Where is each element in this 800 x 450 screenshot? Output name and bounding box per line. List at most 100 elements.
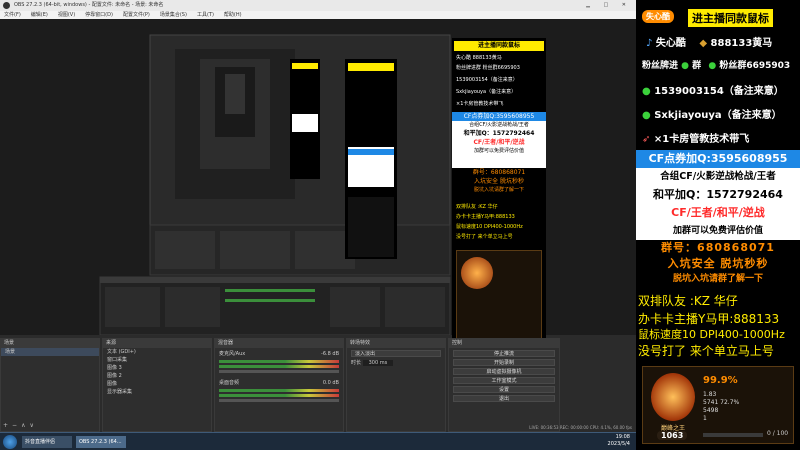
menu-profile[interactable]: 配置文件(P) (123, 11, 150, 19)
stat-value: 1 (703, 415, 707, 422)
pony-icon: ◆ (699, 38, 708, 49)
window-controls-icon[interactable]: ▁ □ ✕ (586, 0, 632, 11)
clock: 19:08 2023/5/4 (608, 434, 630, 448)
chat-cf-panel: CF点券加Q:3595608955 合组CF/火影逆战枪战/王者 和平加Q：15… (452, 112, 546, 168)
menu-tools[interactable]: 工具(T) (197, 11, 214, 19)
overlay-wx: Sxkjiayouya（备注来意） (654, 110, 782, 121)
chat-cf-l8: 脱坑入坑请群了解一下 (473, 187, 524, 193)
scene-up-icon[interactable]: ∧ (21, 422, 25, 429)
wechat-icon: ● (642, 110, 651, 121)
studio-mode-button[interactable]: 工作室模式 (453, 377, 555, 384)
scene-down-icon[interactable]: ∨ (29, 422, 33, 429)
chat-cf-l7: 入坑安全 脱坑秒秒 (474, 178, 524, 185)
overlay-fan-label: 粉丝牌进 (642, 61, 679, 71)
app: OBS 27.2.3 (64-bit, windows) - 配置文件: 未命名… (0, 0, 800, 450)
rank-score: 1063 (657, 431, 688, 440)
source-item[interactable]: 图像 2 (103, 372, 211, 380)
sources-dock: 来源 文本 (GDI+) 窗口采集 图像 3 图像 2 图像 显示器采集 (102, 338, 212, 432)
overlay-promo: ×1卡房管教技术带飞 (653, 134, 750, 145)
volume-slider[interactable] (219, 370, 339, 373)
clock-date: 2023/5/4 (607, 441, 630, 447)
wechat-icon: ● (642, 86, 651, 97)
rank-card: 巅峰之王 99.9% 1.83 5741 72.7% 5498 1 1063 0… (642, 366, 794, 444)
top-title: 进主播同款鼠标 (688, 9, 773, 27)
chat-cf-l3: 和平加Q：1572792464 (463, 130, 535, 137)
exit-button[interactable]: 退出 (453, 395, 555, 402)
cf-panel: CF点券加Q:3595608955 合组CF/火影逆战枪战/王者 和平加Q：15… (636, 150, 800, 240)
rank-progress-text: 0 / 100 (767, 430, 789, 437)
controls-dock: 控制 停止推流 开始录制 启动虚拟摄像机 工作室模式 设置 退出 (448, 338, 560, 432)
title-bar: OBS 27.2.3 (64-bit, windows) - 配置文件: 未命名… (0, 0, 636, 11)
mixer-title: 混音器 (215, 339, 343, 348)
cf-line-8: 脱坑入坑请群了解一下 (672, 274, 763, 284)
stat-value: 5741 72.7% (703, 399, 740, 406)
chat-mouse: 鼠标速度10 DPI400-1000Hz (456, 224, 523, 230)
rank-percent: 99.9% (703, 375, 738, 386)
chat-fan: 粉丝牌进群 (456, 65, 482, 71)
taskbar-app[interactable]: 抖音直播伴侣 (22, 436, 72, 448)
obs-logo-icon (3, 2, 10, 9)
audio-meter (219, 360, 339, 363)
chat-header: 进主播同款鼠标 (454, 41, 544, 51)
audio-meter (219, 365, 339, 368)
chat-name: 失心酷 (456, 55, 472, 61)
start-button-icon[interactable] (3, 435, 17, 449)
menu-file[interactable]: 文件(F) (4, 11, 21, 19)
menu-edit[interactable]: 编辑(E) (31, 11, 48, 19)
chat-cf-title: CF点券加Q:3595608955 (452, 112, 546, 121)
taskbar-app[interactable]: OBS 27.2.3 (64... (76, 436, 126, 448)
source-item[interactable]: 窗口采集 (103, 356, 211, 364)
wechat-icon: ● (681, 61, 690, 71)
add-scene-icon[interactable]: + (3, 422, 8, 429)
scenes-title: 场景 (1, 339, 99, 348)
duration-label: 时长 (351, 360, 362, 366)
overlay-fan-mid: 群 (692, 61, 702, 71)
menu-view[interactable]: 视图(V) (58, 11, 75, 19)
rocket-icon: ➶ (642, 134, 651, 145)
menu-help[interactable]: 帮助(H) (224, 11, 242, 19)
clock-time: 19:08 (615, 434, 630, 440)
source-item[interactable]: 文本 (GDI+) (103, 348, 211, 356)
overlay-qq: 1539003154（备注来意） (654, 86, 784, 97)
duo-text: 双排队友 :KZ 华仔 (638, 294, 738, 308)
overlay-fan-group: 粉丝群6695903 (719, 61, 791, 71)
chat-duo: 双排队友 :KZ 华仔 (456, 204, 498, 210)
audio-meter (219, 394, 339, 397)
cf-line-4: CF/王者/和平/逆战 (671, 206, 765, 219)
virtual-camera-button[interactable]: 启动虚拟摄像机 (453, 368, 555, 375)
chat-rank-card (456, 250, 542, 350)
stop-stream-button[interactable]: 停止推流 (453, 350, 555, 357)
mixer-label: 桌面音频 (219, 380, 240, 386)
chat-noshow: 没号打了 来个单立马上号 (456, 234, 513, 240)
top-badge: 失心酷 (642, 10, 674, 23)
source-item[interactable]: 图像 3 (103, 364, 211, 372)
chat-qq: 1539003154（备注来意） (456, 77, 518, 83)
settings-button[interactable]: 设置 (453, 386, 555, 393)
sources-title: 来源 (103, 339, 211, 348)
duration-field[interactable]: 300 ms (362, 360, 394, 366)
transition-select[interactable]: 淡入淡出 (351, 350, 441, 357)
scene-item[interactable]: 场景 (1, 348, 99, 356)
overlay-horse: 888133黄马 (710, 38, 773, 49)
stream-overlay: 失心酷 进主播同款鼠标 ♪ 失心酷 ◆ 888133黄马 粉丝牌进 ● 群 ● … (636, 0, 800, 450)
cf-line-3: 和平加Q：1572792464 (653, 188, 783, 201)
source-item[interactable]: 显示器采集 (103, 388, 211, 396)
menu-scene-collection[interactable]: 场景集合(S) (160, 11, 187, 19)
mixer-dock: 混音器 麦克风/Aux -6.8 dB 桌面音频 0.0 dB (214, 338, 344, 432)
recursive-capture-graphic (99, 34, 451, 335)
cf-line-7: 入坑安全 脱坑秒秒 (667, 257, 769, 270)
start-recording-button[interactable]: 开始录制 (453, 359, 555, 366)
source-item[interactable]: 图像 (103, 380, 211, 388)
menu-docks[interactable]: 停靠窗口(D) (85, 11, 113, 19)
chat-promo: ×1卡房管教技术带飞 (456, 101, 504, 107)
preview-canvas[interactable]: 进主播同款鼠标 失心酷 888133黄马 粉丝牌进群 粉丝群6695903 15… (0, 19, 636, 351)
remove-scene-icon[interactable]: − (12, 422, 17, 429)
window-title: OBS 27.2.3 (64-bit, windows) - 配置文件: 未命名… (14, 2, 164, 8)
chat-wx: Sxkjiayouya（备注来意） (456, 89, 517, 95)
rank-emblem-icon (461, 257, 493, 289)
mixer-db: 0.0 dB (322, 380, 339, 386)
cf-title: CF点券加Q:3595608955 (636, 150, 800, 168)
cf-line-2: 合组CF/火影逆战枪战/王者 (660, 171, 776, 182)
volume-slider[interactable] (219, 399, 339, 402)
tiktok-icon: ♪ (646, 38, 653, 49)
